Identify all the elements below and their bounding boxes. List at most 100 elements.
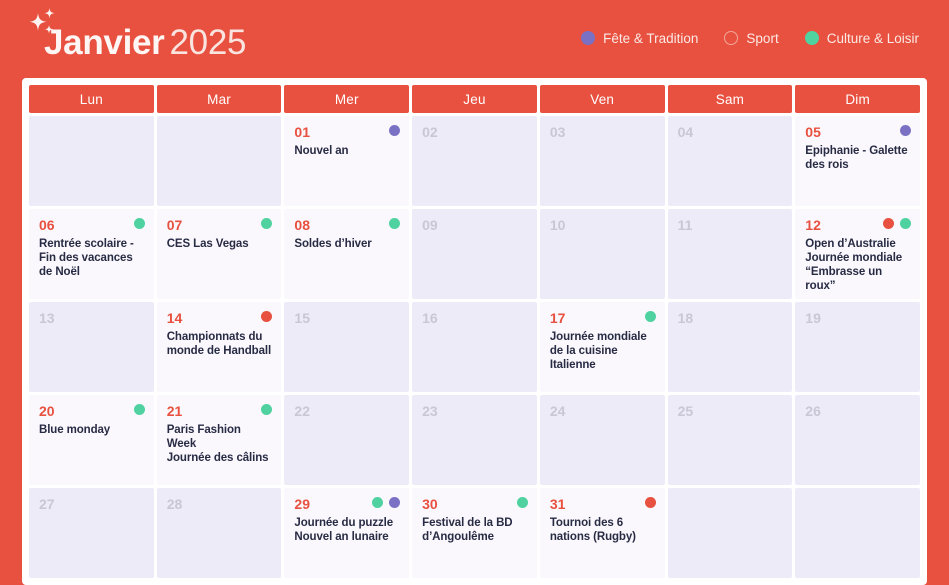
legend-dot-icon-fete [581,31,596,45]
day-cell-30[interactable]: 30 Festival de la BD d’Angoulême [412,488,537,578]
day-cell-01[interactable]: 01 Nouvel an [284,116,410,206]
day-events: Festival de la BD d’Angoulême [422,516,527,544]
event-label: Blue monday [39,424,111,436]
legend: Fête & Tradition Sport Culture & Loisir [581,31,919,48]
day-cell-08[interactable]: 08 Soldes d’hiver [284,209,410,299]
category-dots [261,311,273,322]
day-number: 10 [549,217,566,233]
calendar-header: Janvier 2025 Fête & Tradition Sport Cultu… [0,0,949,78]
month-label: Janvier [44,22,165,62]
day-cell-empty [667,488,793,578]
day-events: Open d’Australie Journée mondiale “Embras… [805,237,910,293]
calendar-week-row: 20 Blue monday 21 Paris Fashion Week Journée… [29,395,920,485]
category-dots [261,404,273,415]
day-cell-empty [795,488,920,578]
day-number: 20 [39,403,55,419]
day-cell-07[interactable]: 07 CES Las Vegas [156,209,282,299]
day-cell-31[interactable]: 31 Tournoi des 6 nations (Rugby) [539,488,665,578]
day-cell-21[interactable]: 21 Paris Fashion Week Journée des câlins [156,395,282,485]
category-dot-icon-green [389,218,401,229]
category-dots [644,497,656,508]
day-cell-14[interactable]: 14 Championnats du monde de Handball [156,302,282,392]
day-cell-11[interactable]: 11 [667,209,793,299]
day-number: 17 [549,310,566,326]
day-number: 02 [422,124,438,140]
day-cell-12[interactable]: 12 Open d’Australie Journée mondiale “Embr… [795,209,920,299]
event-label: Soldes d’hiver [294,238,372,250]
day-number: 05 [805,124,821,140]
event-label: Open d’Australie [805,238,896,250]
day-cell-empty [29,116,154,206]
day-cell-23[interactable]: 23 [412,395,537,485]
title-block: Janvier 2025 [22,7,246,60]
day-cell-28[interactable]: 28 [156,488,282,578]
day-number: 16 [422,310,438,326]
day-cell-22[interactable]: 22 [284,395,410,485]
category-dots [900,125,911,136]
category-dot-icon-red [883,218,894,229]
day-cell-09[interactable]: 09 [412,209,537,299]
day-cell-05[interactable]: 05 Epiphanie - Galette des rois [795,116,920,206]
day-cell-18[interactable]: 18 [667,302,793,392]
legend-dot-icon-sport [724,31,739,45]
event-label: Nouvel an lunaire [294,531,389,543]
day-events: Nouvel an [294,144,399,158]
day-cell-13[interactable]: 13 [29,302,154,392]
legend-item-fete-tradition[interactable]: Fête & Tradition [581,31,698,46]
day-cell-29[interactable]: 29 Journée du puzzle Nouvel an lunaire [284,488,410,578]
day-cell-17[interactable]: 17 Journée mondiale de la cuisine Italien… [539,302,665,392]
day-number: 22 [294,403,310,419]
category-dot-icon-purple [389,497,401,508]
category-dot-icon-red [261,311,273,322]
category-dots [133,218,145,229]
category-dot-icon-green [516,497,528,508]
day-events: Tournoi des 6 nations (Rugby) [550,516,655,544]
day-cell-10[interactable]: 10 [539,209,665,299]
day-of-week-header-row: Lun Mar Mer Jeu Ven Sam Dim [29,85,920,113]
day-cell-27[interactable]: 27 [29,488,154,578]
day-cell-03[interactable]: 03 [539,116,665,206]
category-dots [261,218,273,229]
day-cell-04[interactable]: 04 [667,116,793,206]
day-cell-25[interactable]: 25 [667,395,793,485]
event-label: Paris Fashion Week [166,424,241,450]
event-label: Championnats du monde de Handball [166,331,272,357]
day-cell-24[interactable]: 24 [539,395,665,485]
category-dots [372,497,401,508]
day-cell-15[interactable]: 15 [284,302,410,392]
legend-item-sport[interactable]: Sport [724,30,779,46]
event-label: Rentrée scolaire - Fin des vacances de N… [39,238,134,278]
category-dots [516,497,528,508]
day-number: 07 [166,217,183,233]
category-dot-icon-purple [389,125,401,136]
day-cell-16[interactable]: 16 [412,302,537,392]
day-of-week-header-sam: Sam [667,85,793,113]
calendar-card: Lun Mar Mer Jeu Ven Sam Dim 01 Nouvel an 02 03 04 0… [22,78,927,585]
day-cell-26[interactable]: 26 [795,395,920,485]
day-number: 23 [422,403,438,419]
day-cell-19[interactable]: 19 [795,302,920,392]
legend-item-culture-loisir[interactable]: Culture & Loisir [804,31,919,46]
day-number: 21 [166,403,183,419]
day-cell-02[interactable]: 02 [412,116,537,206]
day-events: Championnats du monde de Handball [167,330,272,358]
day-cell-20[interactable]: 20 Blue monday [29,395,154,485]
day-cell-06[interactable]: 06 Rentrée scolaire - Fin des vacances de… [29,209,154,299]
event-label: Tournoi des 6 nations (Rugby) [549,517,636,543]
category-dots [644,311,656,322]
day-events: CES Las Vegas [167,237,272,251]
calendar-app: Janvier 2025 Fête & Tradition Sport Cultu… [0,0,949,585]
day-number: 28 [166,496,183,512]
day-number: 13 [39,310,55,326]
day-number: 24 [549,403,566,419]
page-title: Janvier 2025 [22,25,246,60]
day-events: Blue monday [39,423,144,437]
day-number: 26 [805,403,821,419]
category-dots [389,125,401,136]
legend-label-fete: Fête & Tradition [603,30,699,46]
day-number: 27 [39,496,55,512]
calendar-grid: 01 Nouvel an 02 03 04 05 Epiphanie - Galette d… [29,116,920,578]
category-dots [389,218,401,229]
legend-label-sport: Sport [746,30,779,46]
day-number: 03 [549,124,566,140]
